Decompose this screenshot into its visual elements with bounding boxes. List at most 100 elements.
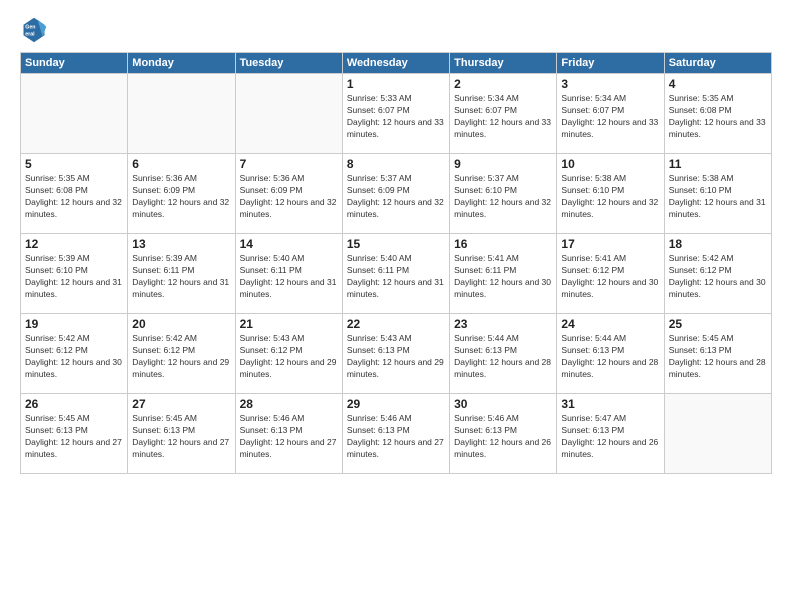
calendar-cell: 23Sunrise: 5:44 AMSunset: 6:13 PMDayligh… <box>450 314 557 394</box>
day-number: 17 <box>561 237 659 251</box>
calendar-cell: 6Sunrise: 5:36 AMSunset: 6:09 PMDaylight… <box>128 154 235 234</box>
sunset-text: Sunset: 6:13 PM <box>669 345 767 357</box>
calendar-cell: 9Sunrise: 5:37 AMSunset: 6:10 PMDaylight… <box>450 154 557 234</box>
daylight-text: Daylight: 12 hours and 31 minutes. <box>240 277 338 301</box>
sunrise-text: Sunrise: 5:46 AM <box>454 413 552 425</box>
day-number: 7 <box>240 157 338 171</box>
daylight-text: Daylight: 12 hours and 30 minutes. <box>561 277 659 301</box>
calendar-cell: 3 Sunrise: 5:34 AMSunset: 6:07 PMDaylight… <box>557 74 664 154</box>
day-number: 10 <box>561 157 659 171</box>
sunset-text: Sunset: 6:11 PM <box>347 265 445 277</box>
sunrise-text: Sunrise: 5:46 AM <box>347 413 445 425</box>
calendar-cell: 22 Sunrise: 5:43 AMSunset: 6:13 PMDayligh… <box>342 314 449 394</box>
sunset-text: Sunset: 6:07 PM <box>561 105 659 117</box>
daylight-text: Daylight: 12 hours and 26 minutes. <box>454 437 552 461</box>
calendar-cell: 24Sunrise: 5:44 AMSunset: 6:13 PMDayligh… <box>557 314 664 394</box>
day-info: Sunrise: 5:45 AMSunset: 6:13 PMDaylight:… <box>132 413 230 461</box>
logo: Gen eral <box>20 16 52 44</box>
sunrise-text: Sunrise: 5:45 AM <box>669 333 767 345</box>
day-number: 31 <box>561 397 659 411</box>
sunrise-text: Sunrise: 5:45 AM <box>25 413 123 425</box>
day-info: Sunrise: 5:45 AMSunset: 6:13 PMDaylight:… <box>25 413 123 461</box>
sunrise-text: Sunrise: 5:38 AM <box>669 173 767 185</box>
svg-text:eral: eral <box>25 31 35 37</box>
sunrise-text: Sunrise: 5:33 AM <box>347 93 445 105</box>
day-info: Sunrise: 5:38 AMSunset: 6:10 PMDaylight:… <box>561 173 659 221</box>
daylight-text: Daylight: 12 hours and 33 minutes. <box>669 117 767 141</box>
day-info: Sunrise: 5:34 AMSunset: 6:07 PMDaylight:… <box>561 93 659 141</box>
day-number: 3 <box>561 77 659 91</box>
header: Gen eral <box>20 16 772 44</box>
sunrise-text: Sunrise: 5:42 AM <box>669 253 767 265</box>
day-info: Sunrise: 5:46 AMSunset: 6:13 PMDaylight:… <box>240 413 338 461</box>
daylight-text: Daylight: 12 hours and 28 minutes. <box>561 357 659 381</box>
weekday-header-thursday: Thursday <box>450 53 557 74</box>
day-number: 22 <box>347 317 445 331</box>
sunset-text: Sunset: 6:09 PM <box>347 185 445 197</box>
sunrise-text: Sunrise: 5:39 AM <box>25 253 123 265</box>
weekday-header-wednesday: Wednesday <box>342 53 449 74</box>
calendar-cell: 29Sunrise: 5:46 AMSunset: 6:13 PMDayligh… <box>342 394 449 474</box>
day-number: 2 <box>454 77 552 91</box>
sunset-text: Sunset: 6:07 PM <box>347 105 445 117</box>
day-info: Sunrise: 5:46 AMSunset: 6:13 PMDaylight:… <box>454 413 552 461</box>
sunset-text: Sunset: 6:12 PM <box>25 345 123 357</box>
daylight-text: Daylight: 12 hours and 27 minutes. <box>240 437 338 461</box>
sunset-text: Sunset: 6:10 PM <box>669 185 767 197</box>
day-info: Sunrise: 5:47 AMSunset: 6:13 PMDaylight:… <box>561 413 659 461</box>
day-info: Sunrise: 5:43 AMSunset: 6:13 PMDaylight:… <box>347 333 445 381</box>
calendar-cell: 31 Sunrise: 5:47 AMSunset: 6:13 PMDayligh… <box>557 394 664 474</box>
sunset-text: Sunset: 6:13 PM <box>454 345 552 357</box>
daylight-text: Daylight: 12 hours and 27 minutes. <box>132 437 230 461</box>
day-number: 16 <box>454 237 552 251</box>
sunrise-text: Sunrise: 5:41 AM <box>561 253 659 265</box>
sunset-text: Sunset: 6:09 PM <box>240 185 338 197</box>
sunset-text: Sunset: 6:10 PM <box>454 185 552 197</box>
daylight-text: Daylight: 12 hours and 33 minutes. <box>561 117 659 141</box>
sunrise-text: Sunrise: 5:43 AM <box>240 333 338 345</box>
weekday-header-friday: Friday <box>557 53 664 74</box>
calendar-week-1: 1Sunrise: 5:33 AMSunset: 6:07 PMDaylight… <box>21 74 772 154</box>
sunrise-text: Sunrise: 5:40 AM <box>240 253 338 265</box>
calendar-cell: 18Sunrise: 5:42 AMSunset: 6:12 PMDayligh… <box>664 234 771 314</box>
calendar-cell: 12Sunrise: 5:39 AMSunset: 6:10 PMDayligh… <box>21 234 128 314</box>
day-number: 4 <box>669 77 767 91</box>
sunrise-text: Sunrise: 5:42 AM <box>25 333 123 345</box>
calendar-cell: 5Sunrise: 5:35 AMSunset: 6:08 PMDaylight… <box>21 154 128 234</box>
page: Gen eral SundayMondayTuesdayWednesdayThu… <box>0 0 792 612</box>
sunset-text: Sunset: 6:12 PM <box>240 345 338 357</box>
sunset-text: Sunset: 6:11 PM <box>240 265 338 277</box>
sunset-text: Sunset: 6:13 PM <box>25 425 123 437</box>
day-info: Sunrise: 5:38 AMSunset: 6:10 PMDaylight:… <box>669 173 767 221</box>
daylight-text: Daylight: 12 hours and 28 minutes. <box>669 357 767 381</box>
day-info: Sunrise: 5:41 AMSunset: 6:11 PMDaylight:… <box>454 253 552 301</box>
sunset-text: Sunset: 6:13 PM <box>561 425 659 437</box>
sunrise-text: Sunrise: 5:47 AM <box>561 413 659 425</box>
calendar-cell: 8Sunrise: 5:37 AMSunset: 6:09 PMDaylight… <box>342 154 449 234</box>
calendar-cell <box>128 74 235 154</box>
day-info: Sunrise: 5:39 AMSunset: 6:11 PMDaylight:… <box>132 253 230 301</box>
sunrise-text: Sunrise: 5:42 AM <box>132 333 230 345</box>
day-number: 25 <box>669 317 767 331</box>
sunset-text: Sunset: 6:08 PM <box>25 185 123 197</box>
sunset-text: Sunset: 6:13 PM <box>561 345 659 357</box>
sunrise-text: Sunrise: 5:46 AM <box>240 413 338 425</box>
calendar-cell: 17Sunrise: 5:41 AMSunset: 6:12 PMDayligh… <box>557 234 664 314</box>
day-number: 18 <box>669 237 767 251</box>
day-info: Sunrise: 5:40 AMSunset: 6:11 PMDaylight:… <box>347 253 445 301</box>
day-info: Sunrise: 5:36 AMSunset: 6:09 PMDaylight:… <box>240 173 338 221</box>
calendar-week-3: 12Sunrise: 5:39 AMSunset: 6:10 PMDayligh… <box>21 234 772 314</box>
day-number: 6 <box>132 157 230 171</box>
weekday-header-monday: Monday <box>128 53 235 74</box>
day-info: Sunrise: 5:46 AMSunset: 6:13 PMDaylight:… <box>347 413 445 461</box>
calendar-cell: 16 Sunrise: 5:41 AMSunset: 6:11 PMDayligh… <box>450 234 557 314</box>
day-info: Sunrise: 5:42 AMSunset: 6:12 PMDaylight:… <box>132 333 230 381</box>
sunset-text: Sunset: 6:13 PM <box>454 425 552 437</box>
day-info: Sunrise: 5:35 AMSunset: 6:08 PMDaylight:… <box>669 93 767 141</box>
daylight-text: Daylight: 12 hours and 30 minutes. <box>454 277 552 301</box>
sunrise-text: Sunrise: 5:40 AM <box>347 253 445 265</box>
day-number: 26 <box>25 397 123 411</box>
daylight-text: Daylight: 12 hours and 32 minutes. <box>132 197 230 221</box>
day-number: 5 <box>25 157 123 171</box>
day-number: 30 <box>454 397 552 411</box>
